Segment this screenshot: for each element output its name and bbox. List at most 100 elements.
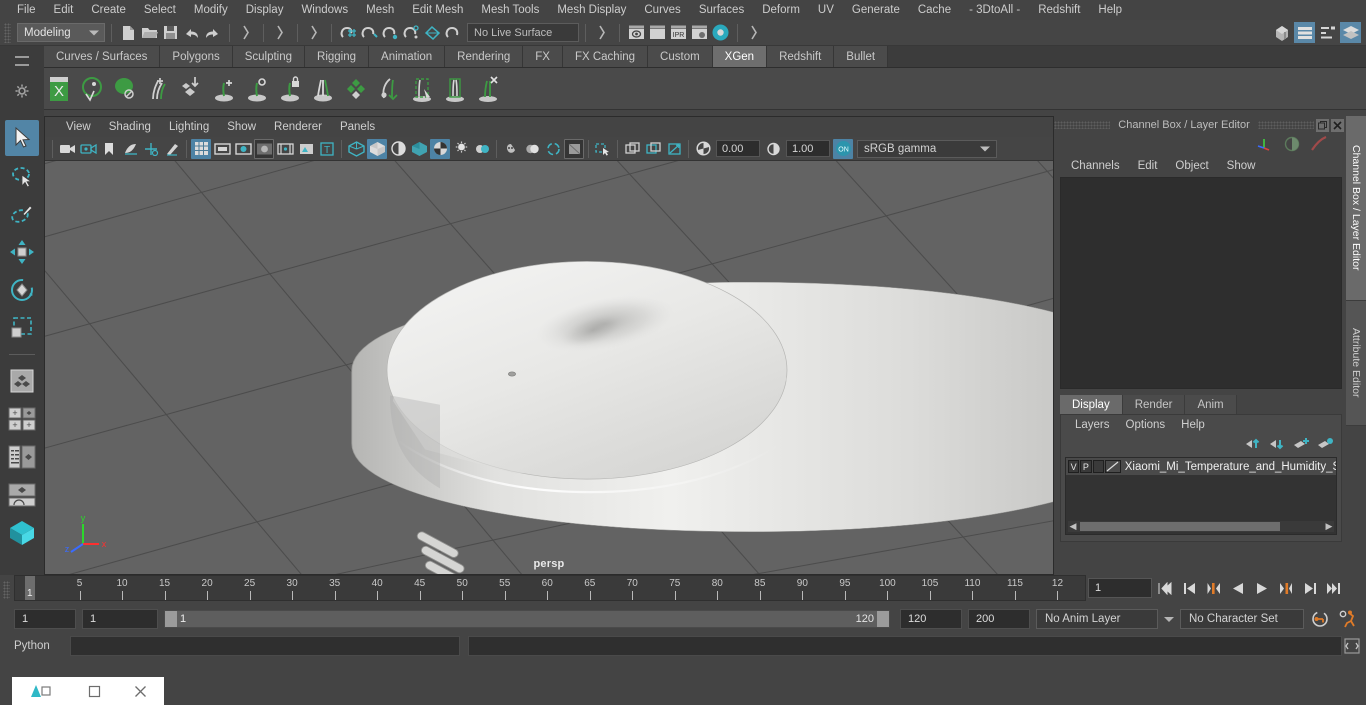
shelf-tab-fx-caching[interactable]: FX Caching xyxy=(562,46,649,67)
xgen-add-guide-icon[interactable] xyxy=(143,73,173,105)
red-slash-icon[interactable] xyxy=(1310,135,1328,155)
xgen-add-description-icon[interactable] xyxy=(209,73,239,105)
xgen-flow-icon[interactable] xyxy=(374,73,404,105)
channel-box-content[interactable] xyxy=(1060,177,1342,389)
viewport-menu-shading[interactable]: Shading xyxy=(100,119,160,135)
shelf-tab-xgen[interactable]: XGen xyxy=(712,46,768,67)
time-slider[interactable]: 1 5 10 15 20 25 30 35 40 45 50 55 60 65 70 75 80 85 90 95 1… xyxy=(14,575,1086,601)
undock-panel-button[interactable] xyxy=(1316,118,1329,132)
panel-grip-right[interactable] xyxy=(1257,121,1314,129)
menu-curves[interactable]: Curves xyxy=(635,2,689,18)
xgen-select-region-icon[interactable] xyxy=(407,73,437,105)
layout-single-perspective-button[interactable] xyxy=(5,363,39,399)
go-to-end-button[interactable] xyxy=(1323,578,1344,599)
menu-3dtoall[interactable]: - 3DtoAll - xyxy=(960,2,1029,18)
shadows-icon[interactable] xyxy=(451,139,471,159)
render-current-frame-button[interactable] xyxy=(626,22,647,43)
layer-menu-options[interactable]: Options xyxy=(1118,418,1174,432)
save-scene-button[interactable] xyxy=(160,22,181,43)
rotate-tool-button[interactable] xyxy=(5,272,39,308)
xgen-delete-description-icon[interactable] xyxy=(473,73,503,105)
color-space-selector[interactable]: sRGB gamma xyxy=(857,139,997,158)
layer-tab-display[interactable]: Display xyxy=(1060,395,1123,414)
wireframe-shading-icon[interactable] xyxy=(346,139,366,159)
show-hide-channel-box-icon[interactable] xyxy=(1340,22,1361,43)
scrollbar-thumb[interactable] xyxy=(1080,522,1280,531)
xray-select-icon[interactable] xyxy=(593,139,613,159)
menu-mesh-tools[interactable]: Mesh Tools xyxy=(472,2,548,18)
move-layer-up-icon[interactable] xyxy=(1245,437,1262,453)
shelf-tab-sculpting[interactable]: Sculpting xyxy=(232,46,306,67)
menu-edit[interactable]: Edit xyxy=(45,2,83,18)
viewport-menu-renderer[interactable]: Renderer xyxy=(265,119,331,135)
text-overlay-icon[interactable]: T xyxy=(317,139,337,159)
shelf-tab-menu-icon[interactable] xyxy=(15,56,29,66)
snap-to-point-icon[interactable] xyxy=(380,22,401,43)
color-management-toggle-icon[interactable]: ON xyxy=(833,138,853,159)
panel-grip-left[interactable] xyxy=(1054,121,1111,129)
redo-button[interactable] xyxy=(202,22,223,43)
select-camera-icon[interactable] xyxy=(57,139,77,159)
selection-mask-object-icon[interactable] xyxy=(270,22,291,43)
open-scene-button[interactable] xyxy=(139,22,160,43)
xgen-circle-description-icon[interactable] xyxy=(242,73,272,105)
layer-shading-toggle[interactable] xyxy=(1092,460,1104,473)
hypershade-button[interactable] xyxy=(710,22,731,43)
vtab-attribute-editor[interactable]: Attribute Editor xyxy=(1346,301,1366,426)
script-editor-button[interactable] xyxy=(1341,636,1362,657)
multisample-icon[interactable] xyxy=(522,139,542,159)
range-end-field[interactable]: 200 xyxy=(968,609,1030,629)
selection-mask-hierarchy-icon[interactable] xyxy=(236,22,257,43)
new-scene-button[interactable] xyxy=(118,22,139,43)
next-key-button[interactable] xyxy=(1275,578,1296,599)
shaded-wireframe-icon[interactable] xyxy=(388,139,408,159)
menu-select[interactable]: Select xyxy=(135,2,185,18)
anim-start-field[interactable]: 1 xyxy=(82,609,158,629)
menu-modify[interactable]: Modify xyxy=(185,2,237,18)
scroll-left-arrow-icon[interactable]: ◀ xyxy=(1068,521,1078,532)
layer-list[interactable]: V P Xiaomi_Mi_Temperature_and_Humidity_S… xyxy=(1065,457,1337,535)
menu-deform[interactable]: Deform xyxy=(753,2,809,18)
live-surface-field[interactable]: No Live Surface xyxy=(467,23,579,42)
divider-arrow-icon[interactable] xyxy=(592,22,613,43)
menu-generate[interactable]: Generate xyxy=(843,2,909,18)
layer-playback-toggle[interactable]: P xyxy=(1080,460,1092,473)
layout-four-view-button[interactable]: + + + xyxy=(5,401,39,437)
anim-layer-selector[interactable]: No Anim Layer xyxy=(1036,609,1158,629)
shelf-tab-polygons[interactable]: Polygons xyxy=(160,46,233,67)
exposure-display-icon[interactable] xyxy=(296,139,316,159)
status-line-grip[interactable] xyxy=(4,22,11,43)
toggle-film-gate-icon[interactable] xyxy=(212,139,232,159)
step-back-button[interactable] xyxy=(1179,578,1200,599)
range-slider-right-handle[interactable] xyxy=(877,611,889,627)
menu-uv[interactable]: UV xyxy=(809,2,843,18)
xgen-editor-icon[interactable]: X xyxy=(44,73,74,105)
selection-mask-component-icon[interactable] xyxy=(304,22,325,43)
animation-preferences-button[interactable] xyxy=(1337,609,1358,630)
snap-to-view-plane-icon[interactable] xyxy=(422,22,443,43)
auto-key-button[interactable] xyxy=(1310,609,1331,630)
close-icon[interactable] xyxy=(118,677,164,705)
shaded-sphere-icon[interactable] xyxy=(1284,136,1300,155)
paint-select-tool-button[interactable] xyxy=(5,196,39,232)
viewport-menu-view[interactable]: View xyxy=(57,119,100,135)
exposure-field[interactable]: 0.00 xyxy=(716,140,760,157)
xgen-diamond-grid-icon[interactable] xyxy=(341,73,371,105)
command-result-field[interactable] xyxy=(468,636,1342,656)
xgen-guide-strands-icon[interactable] xyxy=(308,73,338,105)
layer-menu-layers[interactable]: Layers xyxy=(1067,418,1118,432)
select-tool-button[interactable] xyxy=(5,120,39,156)
menu-create[interactable]: Create xyxy=(82,2,135,18)
xgen-spline-sphere-icon[interactable] xyxy=(77,73,107,105)
screen-space-ao-icon[interactable] xyxy=(472,139,492,159)
current-time-indicator[interactable]: 1 xyxy=(25,576,35,600)
show-hide-tool-settings-icon[interactable] xyxy=(1317,22,1338,43)
bookmark-icon[interactable] xyxy=(99,139,119,159)
menu-mesh[interactable]: Mesh xyxy=(357,2,403,18)
channel-menu-object[interactable]: Object xyxy=(1166,159,1217,173)
shelf-tab-animation[interactable]: Animation xyxy=(369,46,446,67)
close-panel-button[interactable] xyxy=(1331,118,1344,132)
play-forwards-button[interactable] xyxy=(1251,578,1272,599)
shelf-tab-rendering[interactable]: Rendering xyxy=(445,46,524,67)
camera-attributes-icon[interactable] xyxy=(78,139,98,159)
